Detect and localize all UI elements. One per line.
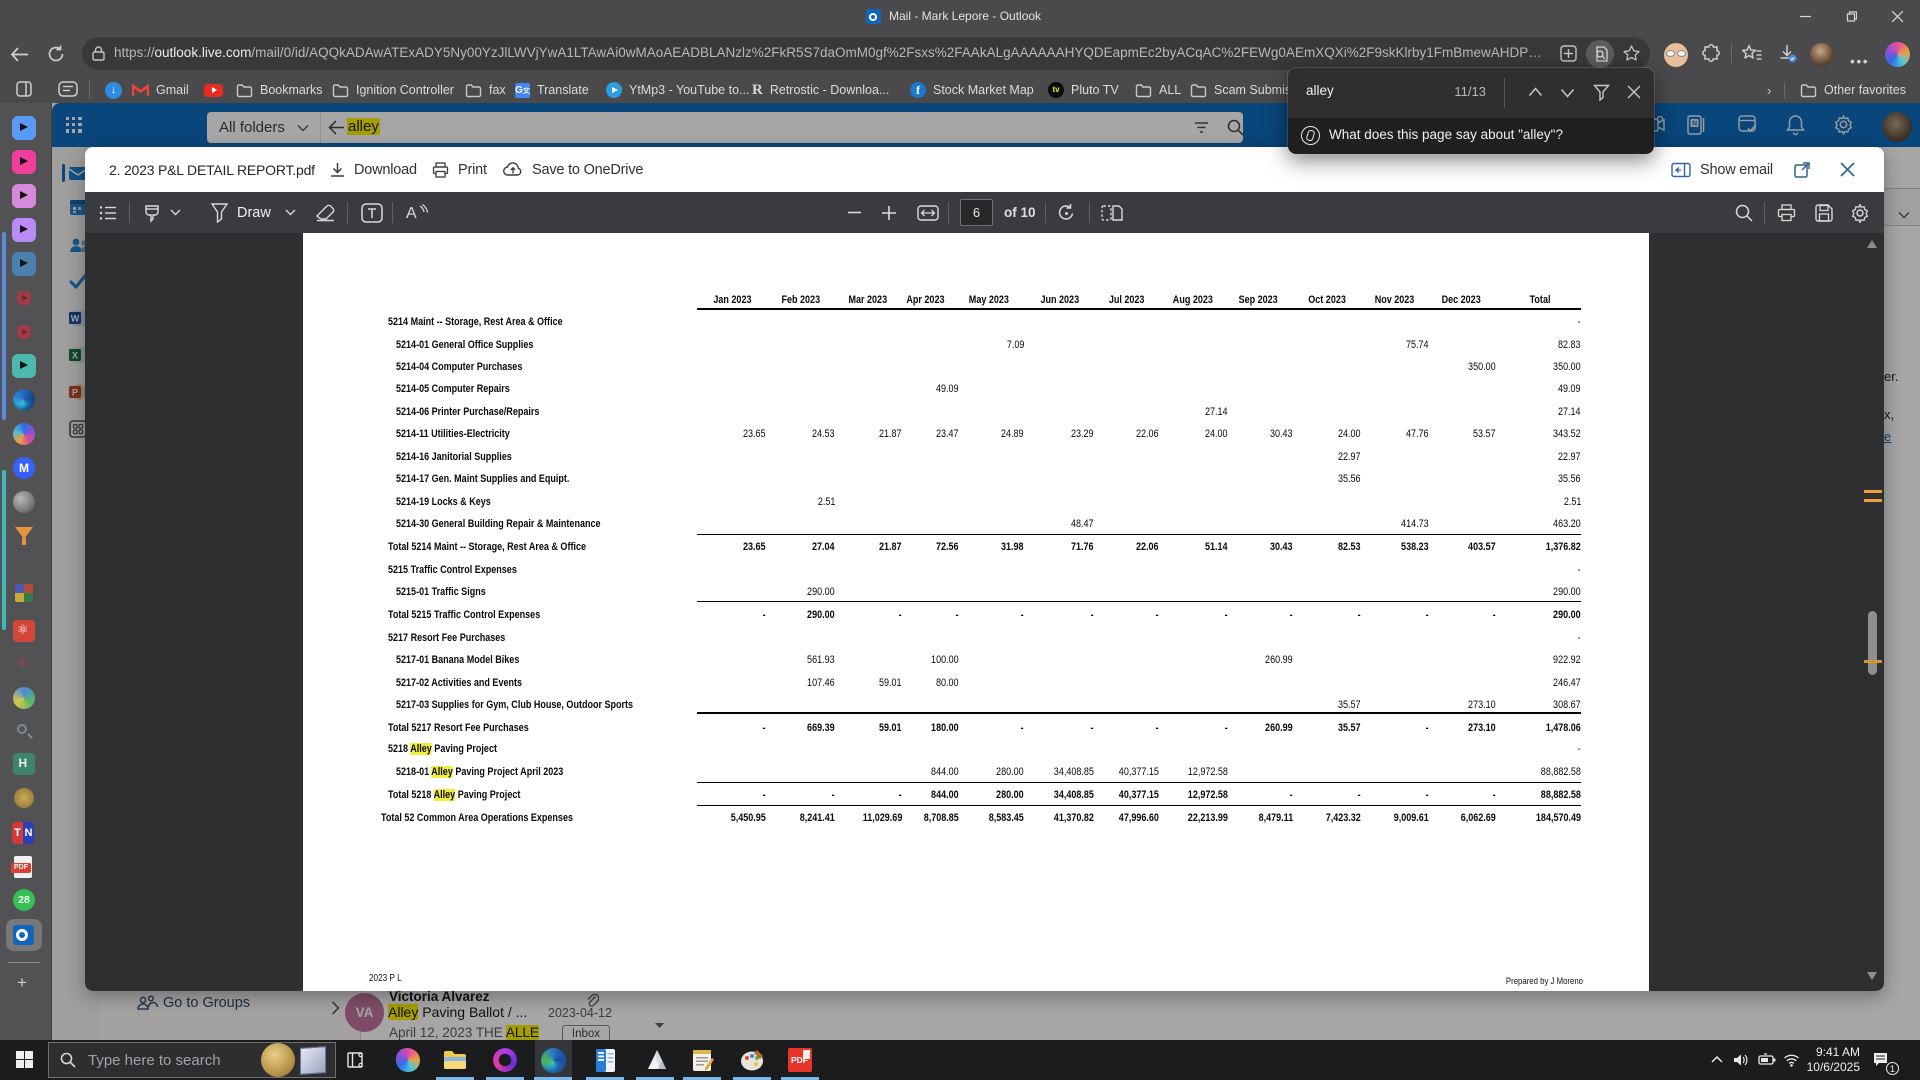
- svg-text:A: A: [406, 205, 417, 222]
